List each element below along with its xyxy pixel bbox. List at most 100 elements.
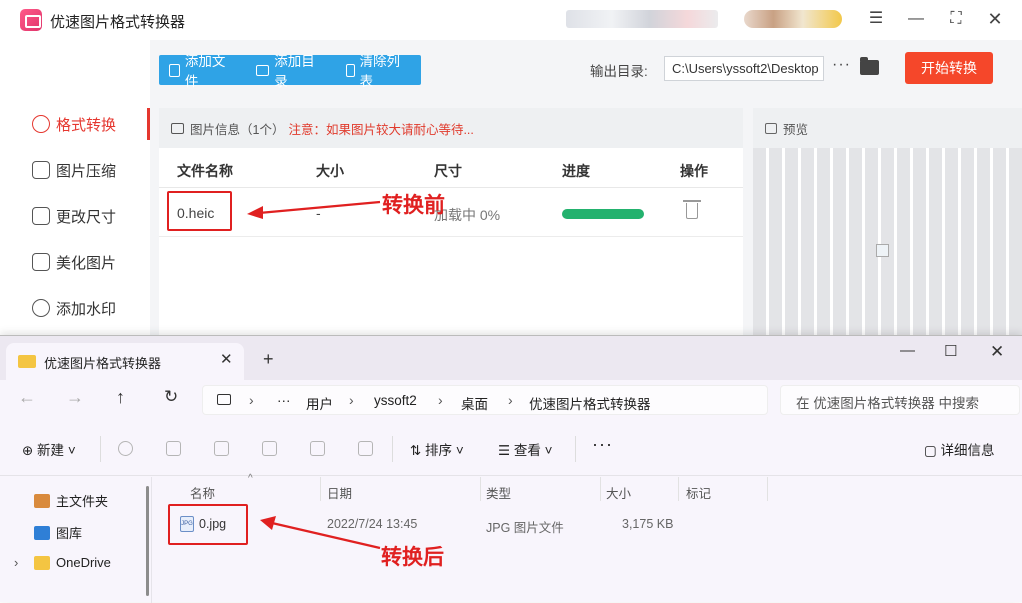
breadcrumb-separator: › bbox=[349, 392, 354, 408]
file-icon bbox=[169, 63, 180, 77]
sidebar-item-compress[interactable]: 图片压缩 bbox=[0, 148, 150, 192]
column-header[interactable]: 大小 bbox=[316, 161, 344, 181]
folder-icon bbox=[256, 64, 270, 76]
column-header: 操作 bbox=[680, 163, 708, 179]
add-directory-button[interactable]: 添加目录 bbox=[246, 54, 335, 89]
annotation-arrow-after bbox=[260, 516, 381, 550]
explorer-tab-bar: 优速图片格式转换器 ✕ + — ☐ ✕ bbox=[0, 336, 1022, 380]
progress-fill bbox=[562, 209, 644, 219]
sidebar-item-watermark[interactable]: 添加水印 bbox=[0, 286, 150, 330]
folder-icon bbox=[18, 355, 36, 368]
breadcrumb-separator: › bbox=[249, 392, 254, 408]
navigation-pane: 主文件夹 图库 › OneDrive bbox=[0, 477, 152, 603]
explorer-nav-bar: ← → ↑ ↻ › ··· 用户 › yssoft2 › 桌面 › 优速图片格式… bbox=[0, 380, 1022, 420]
close-tab-icon[interactable]: ✕ bbox=[220, 350, 233, 368]
search-input[interactable]: 在 优速图片格式转换器 中搜索 bbox=[780, 385, 1020, 415]
explorer-maximize-button[interactable]: ☐ bbox=[944, 342, 957, 360]
cut-icon[interactable] bbox=[118, 441, 133, 456]
file-list-header: 文件名称 大小 尺寸 进度 操作 bbox=[159, 148, 743, 188]
paste-icon[interactable] bbox=[214, 441, 229, 456]
column-header-type[interactable]: 类型 bbox=[486, 483, 511, 502]
column-header-tags[interactable]: 标记 bbox=[686, 483, 711, 502]
sidebar: 格式转换 图片压缩 更改尺寸 美化图片 添加水印 bbox=[0, 40, 150, 340]
delete-icon[interactable] bbox=[358, 441, 373, 456]
nav-item-onedrive[interactable]: › OneDrive bbox=[14, 555, 111, 570]
column-header[interactable]: 文件名称 bbox=[177, 161, 233, 181]
refresh-icon[interactable]: ↻ bbox=[164, 387, 178, 407]
breadcrumb-more[interactable]: ··· bbox=[277, 393, 291, 408]
column-header[interactable]: 进度 bbox=[562, 161, 590, 181]
file-explorer-window: 优速图片格式转换器 ✕ + — ☐ ✕ ← → ↑ ↻ › ··· 用户 › y… bbox=[0, 335, 1022, 603]
breadcrumb-users[interactable]: 用户 bbox=[306, 393, 333, 413]
breadcrumb-user[interactable]: yssoft2 bbox=[374, 393, 417, 408]
sidebar-item-beautify[interactable]: 美化图片 bbox=[0, 240, 150, 284]
close-button[interactable]: ✕ bbox=[983, 8, 1007, 30]
annotation-box-before bbox=[167, 191, 232, 231]
annotation-box-after bbox=[168, 504, 248, 545]
column-divider[interactable] bbox=[600, 477, 601, 501]
explorer-tab-title: 优速图片格式转换器 bbox=[44, 356, 162, 371]
breadcrumb-desktop[interactable]: 桌面 bbox=[461, 393, 488, 413]
maximize-button[interactable]: ⛶ bbox=[944, 8, 968, 30]
gallery-icon bbox=[34, 525, 50, 540]
copy-icon[interactable] bbox=[166, 441, 181, 456]
column-divider[interactable] bbox=[678, 477, 679, 501]
app-logo-icon bbox=[20, 9, 42, 31]
explorer-tab[interactable]: 优速图片格式转换器 ✕ bbox=[6, 343, 244, 380]
add-file-label: 添加文件 bbox=[184, 54, 226, 89]
output-dir-field[interactable]: C:\Users\yssoft2\Desktop bbox=[664, 56, 824, 81]
delete-icon[interactable] bbox=[683, 200, 701, 219]
sidebar-item-label: 图片压缩 bbox=[56, 162, 117, 180]
blurred-user-avatar[interactable] bbox=[744, 10, 842, 28]
address-bar[interactable]: › ··· 用户 › yssoft2 › 桌面 › 优速图片格式转换器 bbox=[202, 385, 768, 415]
column-header-name[interactable]: 名称 bbox=[190, 483, 215, 502]
add-file-button[interactable]: 添加文件 bbox=[159, 54, 246, 89]
expand-chevron-icon[interactable]: › bbox=[14, 555, 28, 570]
sidebar-item-format-convert[interactable]: 格式转换 bbox=[0, 102, 150, 146]
column-header-date[interactable]: 日期 bbox=[327, 483, 352, 502]
open-folder-icon[interactable] bbox=[860, 57, 879, 75]
breadcrumb-current-folder[interactable]: 优速图片格式转换器 bbox=[529, 393, 651, 413]
sort-ascending-icon: ^ bbox=[248, 473, 253, 484]
start-convert-button[interactable]: 开始转换 bbox=[905, 52, 993, 84]
nav-item-gallery[interactable]: 图库 bbox=[34, 523, 82, 542]
blurred-account-info bbox=[566, 10, 718, 28]
home-icon bbox=[34, 493, 50, 508]
app-title: 优速图片格式转换器 bbox=[50, 14, 186, 31]
breadcrumb-separator: › bbox=[508, 392, 513, 408]
new-button[interactable]: ⊕ 新建 ˅ bbox=[22, 439, 76, 459]
sort-button[interactable]: ⇅ 排序 ˅ bbox=[410, 439, 464, 459]
nav-item-label: 主文件夹 bbox=[56, 494, 109, 509]
file-size: 3,175 KB bbox=[622, 517, 674, 531]
share-icon[interactable] bbox=[310, 441, 325, 456]
clear-list-button[interactable]: 清除列表 bbox=[336, 54, 421, 89]
nav-item-home[interactable]: 主文件夹 bbox=[34, 491, 108, 510]
title-bar: 优速图片格式转换器 ☰ — ⛶ ✕ bbox=[0, 0, 1022, 40]
details-pane-button[interactable]: ▢ 详细信息 bbox=[924, 439, 995, 459]
up-arrow-icon[interactable]: ↑ bbox=[116, 387, 125, 408]
menu-icon[interactable]: ☰ bbox=[864, 8, 888, 30]
more-options-button[interactable]: ··· bbox=[592, 434, 613, 455]
sidebar-item-resize[interactable]: 更改尺寸 bbox=[0, 194, 150, 238]
nav-pane-scrollbar[interactable] bbox=[146, 486, 149, 596]
image-info-warning: 注意：如果图片较大请耐心等待... bbox=[288, 122, 474, 137]
back-arrow-icon[interactable]: ← bbox=[18, 387, 36, 408]
view-button[interactable]: ☰ 查看 ˅ bbox=[498, 439, 553, 459]
explorer-close-button[interactable]: ✕ bbox=[990, 342, 1004, 362]
forward-arrow-icon[interactable]: → bbox=[66, 387, 84, 408]
convert-icon bbox=[32, 115, 50, 133]
column-header-size[interactable]: 大小 bbox=[606, 483, 631, 502]
column-divider[interactable] bbox=[767, 477, 768, 501]
explorer-minimize-button[interactable]: — bbox=[900, 342, 915, 359]
sidebar-item-label: 添加水印 bbox=[56, 300, 117, 318]
rename-icon[interactable] bbox=[262, 441, 277, 456]
nav-item-label: 图库 bbox=[56, 526, 83, 541]
column-header[interactable]: 尺寸 bbox=[434, 161, 462, 181]
output-dir-more-button[interactable]: ··· bbox=[832, 56, 851, 74]
minimize-button[interactable]: — bbox=[904, 8, 928, 30]
preview-icon bbox=[765, 122, 777, 134]
beautify-icon bbox=[32, 253, 50, 271]
column-divider[interactable] bbox=[480, 477, 481, 501]
new-tab-button[interactable]: + bbox=[263, 349, 274, 370]
column-divider[interactable] bbox=[320, 477, 321, 501]
